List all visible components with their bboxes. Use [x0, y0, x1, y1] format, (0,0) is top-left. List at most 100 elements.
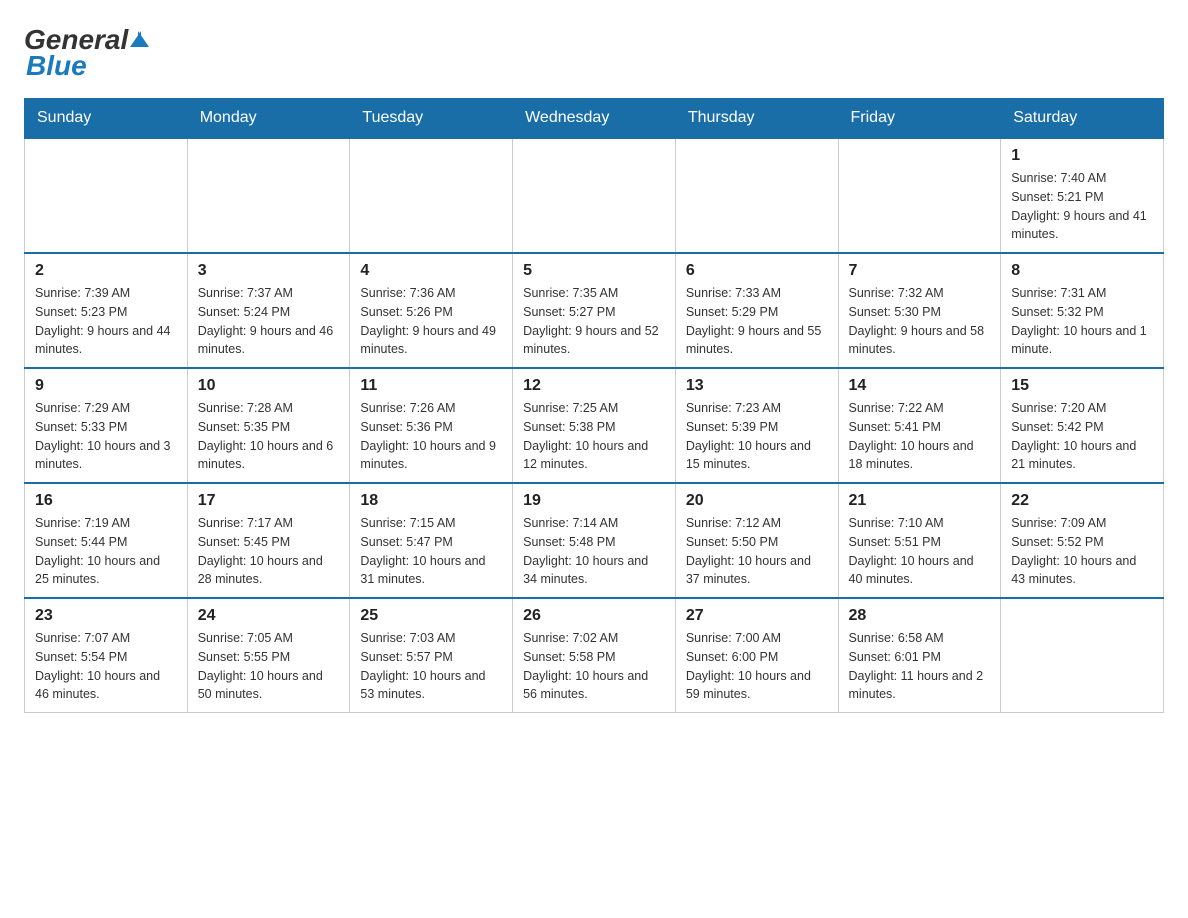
weekday-header-tuesday: Tuesday [350, 99, 513, 139]
day-number: 13 [686, 377, 828, 395]
day-info: Sunrise: 7:15 AM Sunset: 5:47 PM Dayligh… [360, 514, 502, 589]
day-number: 5 [523, 262, 665, 280]
day-number: 19 [523, 492, 665, 510]
calendar-cell: 19Sunrise: 7:14 AM Sunset: 5:48 PM Dayli… [513, 483, 676, 598]
calendar-cell: 12 Sunrise: 7:25 AM Sunset: 5:38 PM Dayli… [513, 368, 676, 483]
calendar-cell: 3Sunrise: 7:37 AM Sunset: 5:24 PM Daylig… [187, 253, 350, 368]
calendar: SundayMondayTuesdayWednesdayThursdayFrid… [24, 98, 1164, 713]
day-info: Sunrise: 7:37 AM Sunset: 5:24 PM Dayligh… [198, 284, 340, 359]
calendar-cell: 20Sunrise: 7:12 AM Sunset: 5:50 PM Dayli… [675, 483, 838, 598]
calendar-cell: 23 Sunrise: 7:07 AM Sunset: 5:54 PM Dayli… [25, 598, 188, 713]
day-number: 15 [1011, 377, 1153, 395]
calendar-cell: 4Sunrise: 7:36 AM Sunset: 5:26 PM Daylig… [350, 253, 513, 368]
day-number: 26 [523, 607, 665, 625]
day-info: Sunrise: 7:22 AM Sunset: 5:41 PM Dayligh… [849, 399, 991, 474]
weekday-header-row: SundayMondayTuesdayWednesdayThursdayFrid… [25, 99, 1164, 139]
calendar-cell: 17 Sunrise: 7:17 AM Sunset: 5:45 PM Dayli… [187, 483, 350, 598]
day-info: Sunrise: 7:00 AM Sunset: 6:00 PM Dayligh… [686, 629, 828, 704]
day-number: 4 [360, 262, 502, 280]
day-info: Sunrise: 7:39 AM Sunset: 5:23 PM Dayligh… [35, 284, 177, 359]
day-info: Sunrise: 7:17 AM Sunset: 5:45 PM Dayligh… [198, 514, 340, 589]
day-info: Sunrise: 7:20 AM Sunset: 5:42 PM Dayligh… [1011, 399, 1153, 474]
calendar-cell: 15 Sunrise: 7:20 AM Sunset: 5:42 PM Dayli… [1001, 368, 1164, 483]
calendar-cell: 25 Sunrise: 7:03 AM Sunset: 5:57 PM Dayli… [350, 598, 513, 713]
day-info: Sunrise: 7:35 AM Sunset: 5:27 PM Dayligh… [523, 284, 665, 359]
weekday-header-wednesday: Wednesday [513, 99, 676, 139]
calendar-cell [838, 138, 1001, 253]
weekday-header-sunday: Sunday [25, 99, 188, 139]
day-number: 9 [35, 377, 177, 395]
day-number: 24 [198, 607, 340, 625]
week-row-1: 1 Sunrise: 7:40 AM Sunset: 5:21 PM Daylig… [25, 138, 1164, 253]
calendar-cell: 5 Sunrise: 7:35 AM Sunset: 5:27 PM Daylig… [513, 253, 676, 368]
day-info: Sunrise: 7:03 AM Sunset: 5:57 PM Dayligh… [360, 629, 502, 704]
page-header: General Blue [24, 24, 1164, 82]
day-number: 10 [198, 377, 340, 395]
day-info: Sunrise: 7:07 AM Sunset: 5:54 PM Dayligh… [35, 629, 177, 704]
calendar-cell [675, 138, 838, 253]
day-info: Sunrise: 7:29 AM Sunset: 5:33 PM Dayligh… [35, 399, 177, 474]
calendar-cell [513, 138, 676, 253]
calendar-cell: 28Sunrise: 6:58 AM Sunset: 6:01 PM Dayli… [838, 598, 1001, 713]
logo-blue-text: Blue [26, 50, 87, 82]
logo-arrow-right [138, 31, 149, 47]
calendar-cell [1001, 598, 1164, 713]
day-number: 17 [198, 492, 340, 510]
calendar-cell: 2 Sunrise: 7:39 AM Sunset: 5:23 PM Daylig… [25, 253, 188, 368]
calendar-cell: 13 Sunrise: 7:23 AM Sunset: 5:39 PM Dayli… [675, 368, 838, 483]
day-info: Sunrise: 7:19 AM Sunset: 5:44 PM Dayligh… [35, 514, 177, 589]
week-row-3: 9 Sunrise: 7:29 AM Sunset: 5:33 PM Daylig… [25, 368, 1164, 483]
logo: General Blue [24, 24, 149, 82]
day-info: Sunrise: 7:28 AM Sunset: 5:35 PM Dayligh… [198, 399, 340, 474]
week-row-4: 16Sunrise: 7:19 AM Sunset: 5:44 PM Dayli… [25, 483, 1164, 598]
day-info: Sunrise: 7:09 AM Sunset: 5:52 PM Dayligh… [1011, 514, 1153, 589]
day-number: 11 [360, 377, 502, 395]
day-number: 21 [849, 492, 991, 510]
calendar-cell: 16Sunrise: 7:19 AM Sunset: 5:44 PM Dayli… [25, 483, 188, 598]
day-info: Sunrise: 7:23 AM Sunset: 5:39 PM Dayligh… [686, 399, 828, 474]
weekday-header-friday: Friday [838, 99, 1001, 139]
day-number: 23 [35, 607, 177, 625]
day-info: Sunrise: 7:40 AM Sunset: 5:21 PM Dayligh… [1011, 169, 1153, 244]
day-number: 22 [1011, 492, 1153, 510]
day-number: 25 [360, 607, 502, 625]
weekday-header-thursday: Thursday [675, 99, 838, 139]
calendar-cell: 26 Sunrise: 7:02 AM Sunset: 5:58 PM Dayli… [513, 598, 676, 713]
day-info: Sunrise: 7:26 AM Sunset: 5:36 PM Dayligh… [360, 399, 502, 474]
calendar-cell: 24Sunrise: 7:05 AM Sunset: 5:55 PM Dayli… [187, 598, 350, 713]
calendar-cell: 18 Sunrise: 7:15 AM Sunset: 5:47 PM Dayli… [350, 483, 513, 598]
calendar-cell: 6 Sunrise: 7:33 AM Sunset: 5:29 PM Daylig… [675, 253, 838, 368]
day-number: 12 [523, 377, 665, 395]
day-number: 7 [849, 262, 991, 280]
weekday-header-monday: Monday [187, 99, 350, 139]
day-number: 28 [849, 607, 991, 625]
day-number: 14 [849, 377, 991, 395]
calendar-cell: 14 Sunrise: 7:22 AM Sunset: 5:41 PM Dayli… [838, 368, 1001, 483]
calendar-cell [350, 138, 513, 253]
calendar-cell [187, 138, 350, 253]
week-row-2: 2 Sunrise: 7:39 AM Sunset: 5:23 PM Daylig… [25, 253, 1164, 368]
calendar-cell: 8 Sunrise: 7:31 AM Sunset: 5:32 PM Daylig… [1001, 253, 1164, 368]
calendar-cell: 11 Sunrise: 7:26 AM Sunset: 5:36 PM Dayli… [350, 368, 513, 483]
calendar-cell: 27Sunrise: 7:00 AM Sunset: 6:00 PM Dayli… [675, 598, 838, 713]
calendar-cell: 9 Sunrise: 7:29 AM Sunset: 5:33 PM Daylig… [25, 368, 188, 483]
week-row-5: 23 Sunrise: 7:07 AM Sunset: 5:54 PM Dayli… [25, 598, 1164, 713]
weekday-header-saturday: Saturday [1001, 99, 1164, 139]
day-info: Sunrise: 7:02 AM Sunset: 5:58 PM Dayligh… [523, 629, 665, 704]
calendar-cell: 22 Sunrise: 7:09 AM Sunset: 5:52 PM Dayli… [1001, 483, 1164, 598]
day-number: 8 [1011, 262, 1153, 280]
calendar-cell: 1 Sunrise: 7:40 AM Sunset: 5:21 PM Daylig… [1001, 138, 1164, 253]
day-info: Sunrise: 7:10 AM Sunset: 5:51 PM Dayligh… [849, 514, 991, 589]
calendar-cell: 7 Sunrise: 7:32 AM Sunset: 5:30 PM Daylig… [838, 253, 1001, 368]
day-number: 1 [1011, 147, 1153, 165]
calendar-cell: 10 Sunrise: 7:28 AM Sunset: 5:35 PM Dayli… [187, 368, 350, 483]
day-number: 6 [686, 262, 828, 280]
day-info: Sunrise: 7:32 AM Sunset: 5:30 PM Dayligh… [849, 284, 991, 359]
day-info: Sunrise: 7:25 AM Sunset: 5:38 PM Dayligh… [523, 399, 665, 474]
day-info: Sunrise: 7:33 AM Sunset: 5:29 PM Dayligh… [686, 284, 828, 359]
day-info: Sunrise: 7:31 AM Sunset: 5:32 PM Dayligh… [1011, 284, 1153, 359]
calendar-cell [25, 138, 188, 253]
calendar-cell: 21 Sunrise: 7:10 AM Sunset: 5:51 PM Dayli… [838, 483, 1001, 598]
day-number: 2 [35, 262, 177, 280]
day-number: 18 [360, 492, 502, 510]
